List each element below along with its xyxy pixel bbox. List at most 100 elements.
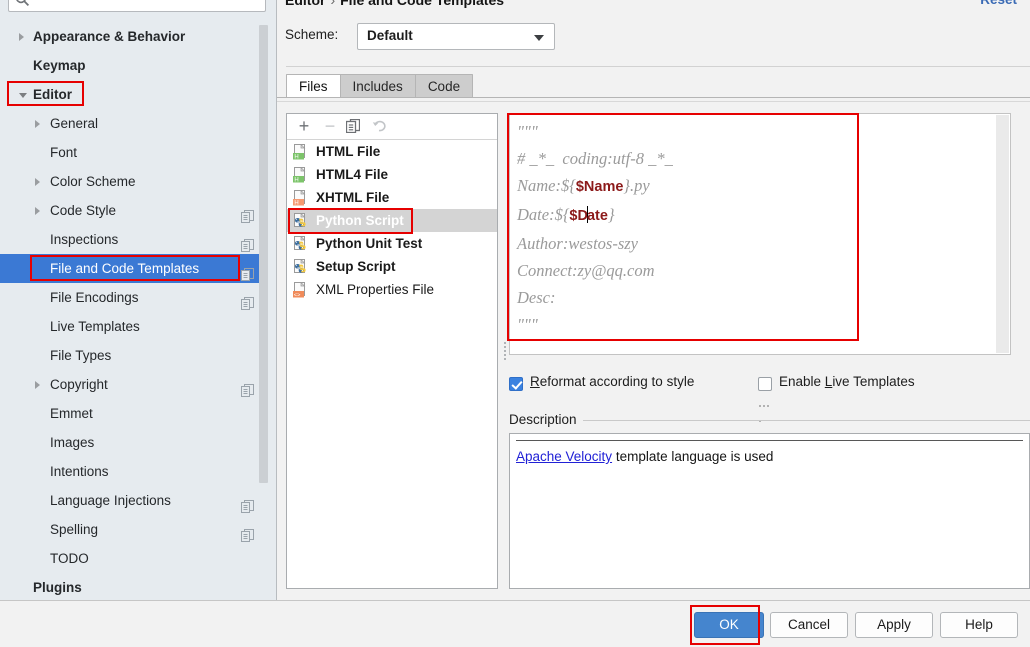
template-list-items: H HTML File H HTML4 File H XHTML File Python S… xyxy=(287,140,497,588)
template-code-text[interactable]: """ # _*_ coding:utf-8 _*_ Name:${$Name}.p… xyxy=(517,118,990,338)
apply-button[interactable]: Apply xyxy=(855,612,933,638)
sidebar-item-todo[interactable]: TODO xyxy=(0,544,266,573)
list-item[interactable]: H XHTML File xyxy=(287,186,497,209)
sidebar-item-keymap[interactable]: Keymap xyxy=(0,51,266,80)
button-label: Cancel xyxy=(787,617,831,632)
code-line: Date:${$Date} xyxy=(517,201,990,230)
search-input[interactable] xyxy=(35,0,259,11)
tab-files[interactable]: Files xyxy=(286,74,341,97)
list-item-label: XML Properties File xyxy=(316,282,435,297)
chevron-right-icon[interactable] xyxy=(35,207,40,215)
chevron-right-icon[interactable] xyxy=(35,120,40,128)
copy-icon xyxy=(241,384,254,397)
cancel-button[interactable]: Cancel xyxy=(770,612,848,638)
sidebar-item-label: Emmet xyxy=(50,406,93,421)
tab-includes[interactable]: Includes xyxy=(339,74,416,97)
sidebar-item-label: Live Templates xyxy=(50,319,140,334)
code-line: Connect:zy@qq.com xyxy=(517,257,990,284)
sidebar-item-label: Editor xyxy=(33,87,72,102)
list-item-label: HTML File xyxy=(316,144,381,159)
sidebar-item-label: TODO xyxy=(50,551,89,566)
list-item[interactable]: <> XML Properties File xyxy=(287,278,497,301)
chevron-down-icon xyxy=(534,35,544,41)
tab-label: Includes xyxy=(352,79,403,94)
python-file-icon xyxy=(293,212,309,229)
apache-velocity-link[interactable]: Apache Velocity xyxy=(516,449,612,464)
chevron-right-icon[interactable] xyxy=(35,381,40,389)
sidebar-item-inspections[interactable]: Inspections xyxy=(0,225,266,254)
breadcrumb-root[interactable]: Editor xyxy=(285,0,325,8)
code-text: """ xyxy=(517,315,538,334)
scheme-dropdown[interactable]: Default xyxy=(357,23,555,50)
list-item-label: HTML4 File xyxy=(316,167,389,182)
copy-icon xyxy=(241,239,254,252)
code-text: """ xyxy=(517,122,538,141)
sidebar-item-label: Copyright xyxy=(50,377,108,392)
list-item[interactable]: H HTML4 File xyxy=(287,163,497,186)
help-button[interactable]: Help xyxy=(940,612,1018,638)
python-file-icon xyxy=(293,258,309,275)
reformat-checkbox-box[interactable] xyxy=(509,377,523,391)
html-file-icon: H xyxy=(293,166,309,183)
live-templates-label-rest: ive Templates xyxy=(832,374,915,389)
scheme-selected-value: Default xyxy=(367,28,413,43)
sidebar-item-file-and-code-templates[interactable]: File and Code Templates xyxy=(0,254,266,283)
live-templates-checkbox-label: Enable Live Templates xyxy=(779,374,915,389)
sidebar-item-general[interactable]: General xyxy=(0,109,266,138)
live-templates-checkbox-box[interactable] xyxy=(758,377,772,391)
settings-tree: Appearance & Behavior Keymap Editor General… xyxy=(0,22,266,595)
code-text: Name:${ xyxy=(517,176,576,195)
list-item[interactable]: Setup Script xyxy=(287,255,497,278)
sidebar-item-color-scheme[interactable]: Color Scheme xyxy=(0,167,266,196)
sidebar-item-emmet[interactable]: Emmet xyxy=(0,399,266,428)
breadcrumb: Editor › File and Code Templates xyxy=(285,0,504,8)
description-legend-line xyxy=(577,420,1030,421)
sidebar-item-file-types[interactable]: File Types xyxy=(0,341,266,370)
template-tabs: Files Includes Code xyxy=(286,74,474,98)
sidebar-scrollbar[interactable] xyxy=(259,25,268,483)
template-code-editor[interactable]: """ # _*_ coding:utf-8 _*_ Name:${$Name}.p… xyxy=(509,113,1011,355)
sidebar-item-label: File and Code Templates xyxy=(50,261,200,276)
search-box[interactable] xyxy=(8,0,266,12)
sidebar-item-file-encodings[interactable]: File Encodings xyxy=(0,283,266,312)
scheme-label: Scheme: xyxy=(285,27,339,42)
code-line: """ xyxy=(517,311,990,338)
tab-code[interactable]: Code xyxy=(414,74,474,97)
chevron-right-icon[interactable] xyxy=(19,33,24,41)
description-legend: Description xyxy=(509,412,583,427)
ok-button[interactable]: OK xyxy=(694,612,764,638)
svg-text:<>: <> xyxy=(294,292,301,298)
sidebar-item-editor[interactable]: Editor xyxy=(0,80,266,109)
code-text: }.py xyxy=(623,176,650,195)
add-template-button[interactable]: + xyxy=(294,117,314,137)
sidebar-item-plugins[interactable]: Plugins xyxy=(0,573,266,600)
sidebar-item-spelling[interactable]: Spelling xyxy=(0,515,266,544)
template-file-list: + − H HTML File H HTML4 File H XHTML File Pytho… xyxy=(286,113,498,589)
sidebar-item-label: Intentions xyxy=(50,464,109,479)
html-file-icon: H xyxy=(293,143,309,160)
reset-link[interactable]: Reset xyxy=(980,0,1017,7)
sidebar-item-label: Plugins xyxy=(33,580,82,595)
chevron-right-icon[interactable] xyxy=(35,178,40,186)
sidebar-item-intentions[interactable]: Intentions xyxy=(0,457,266,486)
copy-template-button[interactable] xyxy=(345,117,366,139)
editor-scrollbar[interactable] xyxy=(996,115,1009,353)
sidebar-item-font[interactable]: Font xyxy=(0,138,266,167)
button-label: OK xyxy=(719,617,739,632)
list-item-label: Setup Script xyxy=(316,259,396,274)
description-rest: template language is used xyxy=(612,449,774,464)
sidebar-item-label: File Types xyxy=(50,348,112,363)
sidebar-item-language-injections[interactable]: Language Injections xyxy=(0,486,266,515)
sidebar-item-images[interactable]: Images xyxy=(0,428,266,457)
sidebar-item-appearance-behavior[interactable]: Appearance & Behavior xyxy=(0,22,266,51)
xhtml-file-icon: H xyxy=(293,189,309,206)
list-item[interactable]: Python Script xyxy=(287,209,497,232)
chevron-down-icon[interactable] xyxy=(19,93,27,98)
list-item[interactable]: H HTML File xyxy=(287,140,497,163)
sidebar-item-live-templates[interactable]: Live Templates xyxy=(0,312,266,341)
sidebar-item-code-style[interactable]: Code Style xyxy=(0,196,266,225)
sidebar-item-copyright[interactable]: Copyright xyxy=(0,370,266,399)
svg-text:H: H xyxy=(294,177,298,183)
list-item[interactable]: Python Unit Test xyxy=(287,232,497,255)
description-text: Apache Velocity template language is use… xyxy=(516,449,1021,464)
